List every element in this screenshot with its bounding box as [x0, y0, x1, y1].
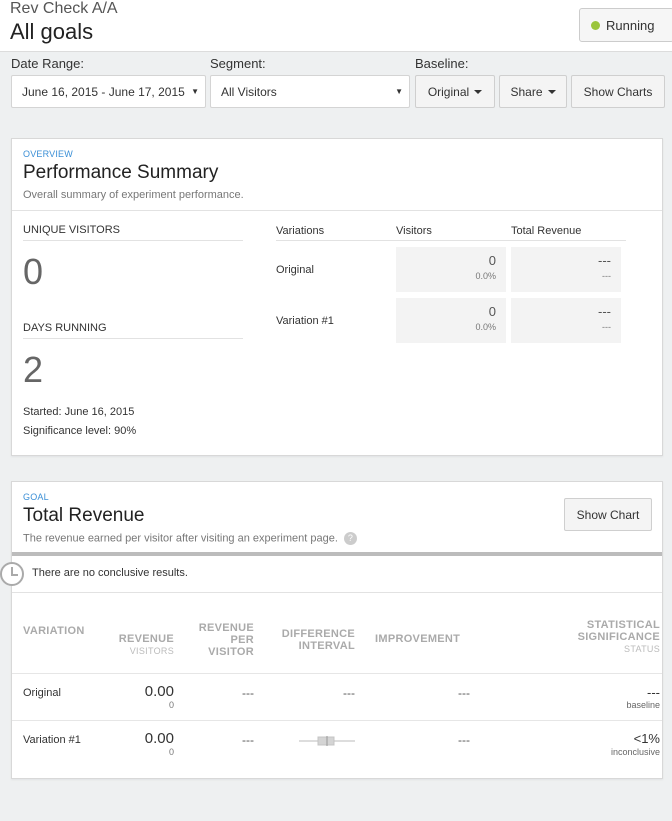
sig-header-line: SIGNIFICANCE: [577, 631, 660, 643]
started-date: Started: June 16, 2015: [23, 406, 135, 418]
days-running-label: DAYS RUNNING: [23, 322, 107, 334]
revenue-value: 0.00: [144, 683, 174, 700]
revenue-column-header: REVENUE VISITORS: [94, 633, 174, 657]
goal-title: Total Revenue: [23, 505, 145, 526]
total-revenue-column-header: Total Revenue: [511, 225, 582, 237]
date-range-select[interactable]: June 16, 2015 - June 17, 2015 ▼: [11, 75, 206, 108]
visitors-count: 0: [488, 253, 496, 268]
revenue-value: 0.00: [144, 730, 174, 747]
caret-down-icon: ▼: [191, 87, 199, 96]
revenue-value: ---: [598, 253, 611, 268]
difference-interval-column-header: DIFFERENCE INTERVAL: [265, 628, 355, 652]
visitors-value: 0: [168, 747, 174, 757]
revenue-per-visitor-value: ---: [242, 686, 254, 700]
show-charts-button[interactable]: Show Charts: [571, 75, 665, 108]
significance-status: baseline: [626, 700, 660, 710]
significance-status: inconclusive: [610, 747, 660, 757]
sig-header-line: STATISTICAL: [586, 619, 660, 631]
chevron-down-icon: [474, 89, 483, 94]
visitors-column-header: Visitors: [396, 225, 432, 237]
chevron-down-icon: [547, 89, 556, 94]
visitors-cell: 0 0.0%: [396, 298, 506, 343]
divider: [12, 673, 662, 674]
goal-description-text: The revenue earned per visitor after vis…: [23, 532, 338, 545]
performance-summary-title: Performance Summary: [23, 162, 219, 183]
help-icon[interactable]: ?: [343, 532, 357, 545]
diff-header-line: DIFFERENCE: [281, 628, 355, 640]
revenue-sub: ---: [602, 271, 611, 281]
variation-name: Original: [276, 264, 314, 276]
share-label: Share: [510, 84, 543, 99]
result-banner: There are no conclusive results.: [0, 556, 662, 593]
goal-eyebrow: GOAL: [23, 492, 49, 502]
statistical-significance-column-header: STATISTICAL SIGNIFICANCE STATUS: [532, 619, 660, 655]
diff-header-line: INTERVAL: [298, 640, 355, 652]
revenue-cell: --- ---: [511, 298, 621, 343]
improvement-value: ---: [458, 686, 470, 700]
date-range-label: Date Range:: [11, 56, 84, 71]
result-text: There are no conclusive results.: [32, 567, 188, 579]
date-range-value: June 16, 2015 - June 17, 2015: [22, 84, 185, 99]
clock-icon: [0, 562, 24, 586]
status-sub-label: STATUS: [624, 644, 660, 654]
page-header: Rev Check A/A All goals Running: [0, 0, 672, 52]
revenue-sub: ---: [602, 322, 611, 332]
revenue-per-visitor-column-header: REVENUE PER VISITOR: [184, 622, 254, 658]
significance-level: Significance level: 90%: [23, 425, 137, 437]
significance-value: ---: [647, 685, 660, 700]
unique-visitors-label: UNIQUE VISITORS: [23, 224, 120, 236]
variation-name: Variation #1: [276, 315, 334, 327]
show-chart-button[interactable]: Show Chart: [564, 498, 652, 531]
visitors-percent: 0.0%: [475, 322, 496, 332]
revenue-value: ---: [598, 304, 611, 319]
caret-down-icon: ▼: [395, 87, 403, 96]
revenue-cell: --- ---: [511, 247, 621, 292]
rpv-header-line: PER: [230, 634, 254, 646]
difference-interval-value: ---: [343, 686, 355, 700]
visitors-count: 0: [488, 304, 496, 319]
variation-name: Original: [23, 687, 61, 699]
interval-box: [317, 736, 335, 746]
improvement-value: ---: [458, 733, 470, 747]
goal-panel: GOAL Total Revenue The revenue earned pe…: [0, 481, 663, 779]
significance-value: <1%: [633, 731, 660, 746]
overview-eyebrow: OVERVIEW: [23, 149, 73, 159]
visitors-sub-label: VISITORS: [129, 646, 174, 656]
unique-visitors-value: 0: [23, 251, 44, 292]
rpv-header-line: REVENUE: [198, 622, 254, 634]
revenue-per-visitor-value: ---: [242, 733, 254, 747]
rpv-header-line: VISITOR: [208, 646, 254, 658]
performance-summary-description: Overall summary of experiment performanc…: [23, 189, 244, 201]
experiment-name: Rev Check A/A: [10, 0, 118, 17]
divider: [23, 240, 243, 241]
divider: [276, 240, 626, 241]
page-title[interactable]: All goals: [10, 19, 93, 45]
share-button[interactable]: Share: [499, 75, 567, 108]
segment-select[interactable]: All Visitors ▼: [210, 75, 410, 108]
divider: [12, 720, 662, 721]
variation-column-header: VARIATION: [23, 625, 85, 637]
improvement-column-header: IMPROVEMENT: [375, 633, 461, 645]
performance-summary-panel: OVERVIEW Performance Summary Overall sum…: [11, 138, 663, 456]
baseline-value: Original: [427, 84, 470, 99]
visitors-cell: 0 0.0%: [396, 247, 506, 292]
divider: [23, 338, 243, 339]
visitors-percent: 0.0%: [475, 271, 496, 281]
difference-interval-graphic: [299, 736, 355, 746]
running-status-icon: [591, 20, 600, 30]
variations-column-header: Variations: [276, 225, 325, 237]
days-running-value: 2: [23, 349, 44, 390]
segment-label: Segment:: [210, 56, 266, 71]
status-button[interactable]: Running: [579, 8, 672, 42]
revenue-header-label: REVENUE: [118, 633, 174, 645]
segment-value: All Visitors: [221, 84, 277, 99]
status-label: Running: [606, 17, 655, 33]
baseline-label: Baseline:: [415, 56, 469, 71]
visitors-value: 0: [168, 700, 174, 710]
goal-description: The revenue earned per visitor after vis…: [23, 532, 357, 545]
baseline-dropdown[interactable]: Original: [415, 75, 495, 108]
variation-name: Variation #1: [23, 734, 81, 746]
divider: [12, 210, 662, 211]
